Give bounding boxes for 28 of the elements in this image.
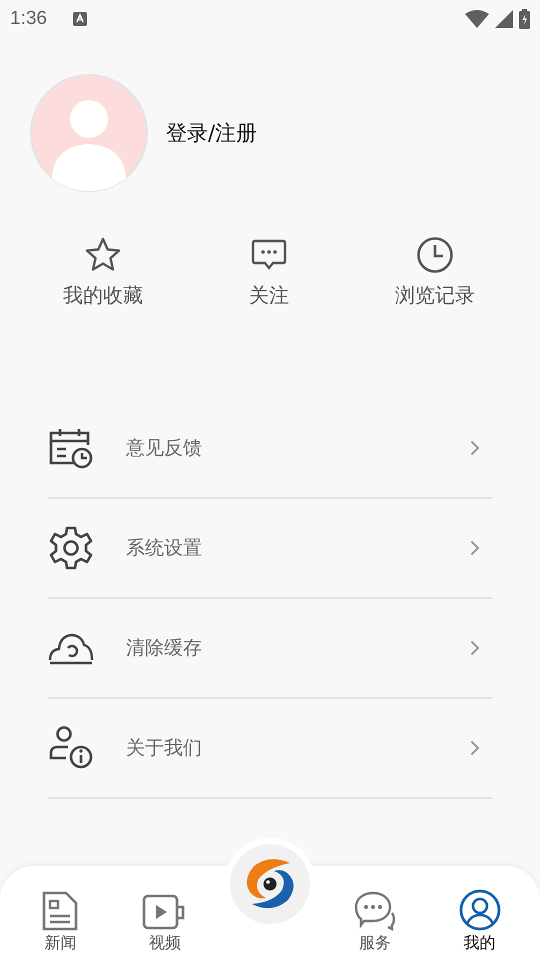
gear-icon (48, 525, 94, 571)
chevron-right-icon (470, 640, 480, 656)
chat-bubbles-icon (354, 891, 396, 931)
status-time: 1:36 (10, 8, 47, 30)
chevron-right-icon (470, 540, 480, 556)
keyboard-notification-icon (72, 12, 87, 26)
chevron-right-icon (470, 440, 480, 456)
tab-item[interactable]: 我的 (440, 889, 520, 954)
menu-item[interactable]: 关于我们 (48, 699, 492, 799)
login-link[interactable]: 登录/注册 (166, 119, 258, 147)
signal-icon (495, 10, 513, 28)
battery-icon (519, 9, 530, 29)
calendar-clock-icon (48, 427, 94, 469)
menu-item[interactable]: 系统设置 (48, 499, 492, 599)
chevron-right-icon (470, 740, 480, 756)
clock-icon (416, 236, 454, 274)
user-info-icon (48, 725, 94, 771)
tab-item[interactable]: 视频 (125, 893, 206, 954)
tab-item[interactable]: 新闻 (20, 891, 100, 954)
shortcut-button[interactable]: 我的收藏 (20, 236, 186, 309)
shortcut-button[interactable]: 关注 (186, 236, 352, 309)
menu-item[interactable]: 意见反馈 (48, 399, 492, 499)
tab-item[interactable]: 服务 (334, 891, 415, 954)
user-circle-icon (458, 889, 501, 931)
menu-item[interactable]: 清除缓存 (48, 599, 492, 699)
document-icon (41, 891, 80, 931)
shortcut-button[interactable]: 浏览记录 (352, 236, 518, 309)
wifi-icon (465, 10, 489, 28)
